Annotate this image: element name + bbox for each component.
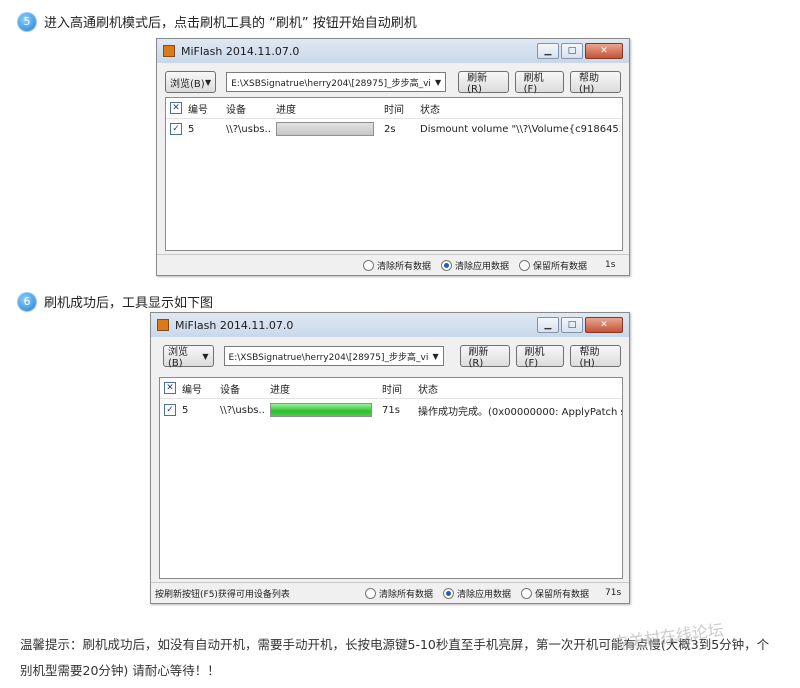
table-row[interactable]: ✓ 5 \\?\usbs... 2s Dismount volume "\\?\… (166, 119, 622, 139)
step-5-text: 进入高通刷机模式后，点击刷机工具的 “刷机” 按钮开始自动刷机 (44, 16, 417, 31)
col-progress: 进度 (276, 104, 296, 116)
col-progress: 进度 (270, 384, 290, 396)
radio-label: 清除所有数据 (379, 589, 434, 600)
minimize-button[interactable]: ▁ (537, 317, 559, 333)
col-device: 设备 (220, 384, 240, 396)
col-time: 时间 (382, 384, 402, 396)
browse-button[interactable]: 浏览(B) ▼ (163, 345, 214, 369)
window-title: MiFlash 2014.11.07.0 (175, 318, 294, 332)
flash-button[interactable]: 刷机(F) (514, 71, 564, 95)
app-icon (157, 319, 169, 331)
maximize-button[interactable]: □ (561, 317, 583, 333)
elapsed-timer: 1s (605, 260, 616, 270)
cell-num: 5 (182, 404, 189, 416)
step-number-badge: 5 (18, 12, 36, 31)
cell-device: \\?\usbs... (226, 123, 272, 135)
elapsed-timer: 71s (605, 588, 622, 598)
step-5-heading: 5 进入高通刷机模式后，点击刷机工具的 “刷机” 按钮开始自动刷机 (18, 12, 417, 31)
minimize-button[interactable]: ▁ (537, 43, 559, 59)
cell-num: 5 (188, 123, 195, 135)
cell-device: \\?\usbs... (220, 404, 266, 416)
refresh-button[interactable]: 刷新(R) (459, 345, 510, 369)
col-time: 时间 (384, 104, 404, 116)
radio-keep-all[interactable]: 保留所有数据 (519, 259, 587, 272)
radio-dot (443, 587, 455, 599)
app-icon (163, 45, 175, 57)
cell-status: 操作成功完成。(0x00000000: ApplyPatch sector... (418, 406, 622, 418)
help-button[interactable]: 帮助(H) (569, 71, 621, 95)
col-status: 状态 (418, 384, 438, 396)
radio-clear-all[interactable]: 清除所有数据 (365, 587, 433, 600)
browse-label: 浏览(B) (168, 347, 188, 369)
progress-fill (277, 123, 373, 135)
radio-clear-app[interactable]: 清除应用数据 (443, 587, 511, 600)
refresh-button[interactable]: 刷新(R) (458, 71, 509, 95)
maximize-button[interactable]: □ (561, 43, 583, 59)
path-value: E:\XSBSignatrue\herry204\[28975]_步步高_viv… (228, 352, 429, 363)
device-list: ✕ 编号 设备 进度 时间 状态 ✓ 5 \\?\usbs... 2s Dism… (165, 97, 623, 251)
window-title: MiFlash 2014.11.07.0 (181, 44, 300, 58)
radio-keep-all[interactable]: 保留所有数据 (521, 587, 589, 600)
row-checkbox[interactable]: ✓ (170, 123, 182, 135)
select-all-checkbox[interactable]: ✕ (170, 102, 182, 114)
step-6-text: 刷机成功后，工具显示如下图 (44, 296, 214, 311)
help-button[interactable]: 帮助(H) (570, 345, 621, 369)
radio-dot (521, 587, 533, 599)
browse-label: 浏览(B) (170, 78, 205, 90)
table-row[interactable]: ✓ 5 \\?\usbs... 71s 操作成功完成。(0x00000000: … (160, 399, 622, 421)
radio-dot (365, 587, 376, 599)
col-device: 设备 (226, 104, 246, 116)
select-all-checkbox[interactable]: ✕ (164, 382, 176, 394)
chevron-down-icon: ▼ (435, 77, 442, 87)
cell-time: 2s (384, 123, 396, 135)
miflash-window-flashing: MiFlash 2014.11.07.0 ▁ □ ✕ 浏览(B) ▼ E:\XS… (156, 38, 630, 276)
step-6-heading: 6 刷机成功后，工具显示如下图 (18, 292, 213, 311)
cell-status: Dismount volume "\\?\Volume{c9186453-a58… (420, 123, 620, 135)
col-num: 编号 (188, 104, 208, 116)
radio-label: 保留所有数据 (533, 261, 588, 272)
close-button[interactable]: ✕ (585, 317, 623, 333)
row-checkbox[interactable]: ✓ (164, 404, 176, 416)
status-hint: 按刷新按钮(F5)获得可用设备列表 (155, 589, 290, 600)
dropdown-arrow-icon: ▼ (204, 77, 212, 87)
radio-clear-all[interactable]: 清除所有数据 (363, 259, 431, 272)
radio-label: 保留所有数据 (535, 589, 590, 600)
radio-dot (519, 259, 531, 271)
radio-label: 清除应用数据 (457, 589, 512, 600)
radio-clear-app[interactable]: 清除应用数据 (441, 259, 509, 272)
radio-label: 清除所有数据 (377, 261, 432, 272)
title-bar: MiFlash 2014.11.07.0 ▁ □ ✕ (157, 39, 629, 63)
chevron-down-icon: ▼ (432, 351, 439, 361)
device-list: ✕ 编号 设备 进度 时间 状态 ✓ 5 \\?\usbs... 71s 操作成… (159, 377, 623, 579)
radio-label: 清除应用数据 (455, 261, 510, 272)
progress-fill (271, 404, 371, 416)
miflash-window-success: MiFlash 2014.11.07.0 ▁ □ ✕ 浏览(B) ▼ E:\XS… (150, 312, 630, 604)
flash-button[interactable]: 刷机(F) (515, 345, 565, 369)
step-number-badge: 6 (18, 292, 36, 311)
status-bar: 清除所有数据 清除应用数据 保留所有数据 1s (157, 254, 629, 275)
radio-dot (363, 259, 374, 271)
firmware-path-combo[interactable]: E:\XSBSignatrue\herry204\[28975]_步步高_viv… (223, 346, 444, 366)
firmware-path-combo[interactable]: E:\XSBSignatrue\herry204\[28975]_步步高_viv… (226, 72, 447, 92)
list-header: ✕ 编号 设备 进度 时间 状态 (160, 378, 622, 399)
path-value: E:\XSBSignatrue\herry204\[28975]_步步高_viv… (231, 78, 432, 89)
list-header: ✕ 编号 设备 进度 时间 状态 (166, 98, 622, 119)
browse-button[interactable]: 浏览(B) ▼ (165, 71, 217, 93)
col-status: 状态 (420, 104, 440, 116)
dropdown-arrow-icon: ▼ (202, 351, 209, 361)
close-button[interactable]: ✕ (585, 43, 623, 59)
title-bar: MiFlash 2014.11.07.0 ▁ □ ✕ (151, 313, 629, 337)
progress-bar (270, 403, 372, 417)
toolbar: 浏览(B) ▼ E:\XSBSignatrue\herry204\[28975]… (159, 345, 621, 369)
radio-dot (441, 259, 453, 271)
status-bar: 按刷新按钮(F5)获得可用设备列表 清除所有数据 清除应用数据 保留所有数据 7… (151, 582, 629, 603)
col-num: 编号 (182, 384, 202, 396)
toolbar: 浏览(B) ▼ E:\XSBSignatrue\herry204\[28975]… (165, 71, 621, 95)
cell-time: 71s (382, 404, 400, 416)
progress-bar (276, 122, 374, 136)
